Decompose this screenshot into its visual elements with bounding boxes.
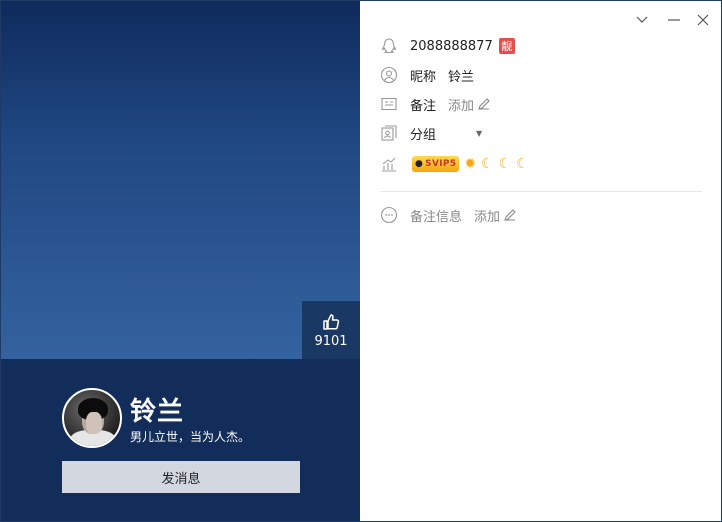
group-label: 分组: [410, 127, 437, 143]
moon-icon: ☾: [498, 156, 512, 172]
group-dropdown[interactable]: ▼: [476, 129, 482, 138]
thumbs-up-icon: [323, 314, 340, 330]
add-remark-button[interactable]: 添加: [448, 95, 491, 114]
profile-info-panel: 2088888877 靓 昵称 铃兰 备注 添加 分组 ▼ ● SVIP5 ✹ …: [360, 1, 721, 521]
like-count: 9101: [314, 334, 348, 349]
level-row: ● SVIP5 ✹ ☾ ☾ ☾: [380, 153, 529, 175]
remark-row: 备注 添加: [380, 93, 491, 115]
pencil-icon: [504, 209, 516, 221]
penguin-vip-icon: ●: [415, 159, 424, 169]
personal-signature: 男儿立世，当为人杰。: [130, 430, 251, 444]
minimize-icon[interactable]: [665, 11, 683, 29]
remark-info-label: 备注信息: [410, 209, 463, 225]
svip-badge[interactable]: ● SVIP5: [412, 156, 460, 172]
pretty-number-badge: 靓: [498, 38, 515, 54]
moon-icon: ☾: [516, 156, 529, 172]
like-button[interactable]: 9101: [302, 301, 360, 359]
remark-info-row: 备注信息 添加: [380, 204, 517, 226]
chevron-down-icon[interactable]: [633, 11, 651, 29]
penguin-icon: [380, 37, 398, 55]
add-remark-info-text: 添加: [474, 209, 501, 225]
group-row: 分组 ▼: [380, 122, 482, 144]
profile-cover-panel: 9101 铃兰 男儿立世，当为人杰。 发消息: [1, 1, 360, 521]
pencil-icon: [478, 98, 490, 110]
display-name: 铃兰: [130, 397, 185, 427]
group-icon: [380, 124, 398, 142]
add-remark-text: 添加: [448, 98, 475, 114]
profile-card-window: 9101 铃兰 男儿立世，当为人杰。 发消息 2088888877 靓 昵称 铃…: [0, 0, 722, 522]
id-card-icon: [380, 95, 398, 113]
add-remark-info-button[interactable]: 添加: [474, 206, 517, 225]
divider: [380, 191, 702, 192]
close-icon[interactable]: [694, 11, 712, 29]
remark-label: 备注: [410, 98, 437, 114]
moon-icon: ☾: [481, 156, 494, 172]
nickname-row: 昵称 铃兰: [380, 64, 474, 86]
nickname-value: 铃兰: [448, 69, 475, 85]
qq-number-row: 2088888877 靓: [380, 35, 515, 57]
nickname-label: 昵称: [410, 69, 437, 85]
send-message-button[interactable]: 发消息: [62, 461, 300, 493]
qq-number: 2088888877: [410, 38, 493, 54]
sun-icon: ✹: [464, 156, 477, 172]
user-icon: [380, 66, 398, 84]
more-icon: [380, 206, 398, 224]
avatar[interactable]: [62, 388, 122, 448]
level-chart-icon: [380, 155, 398, 173]
